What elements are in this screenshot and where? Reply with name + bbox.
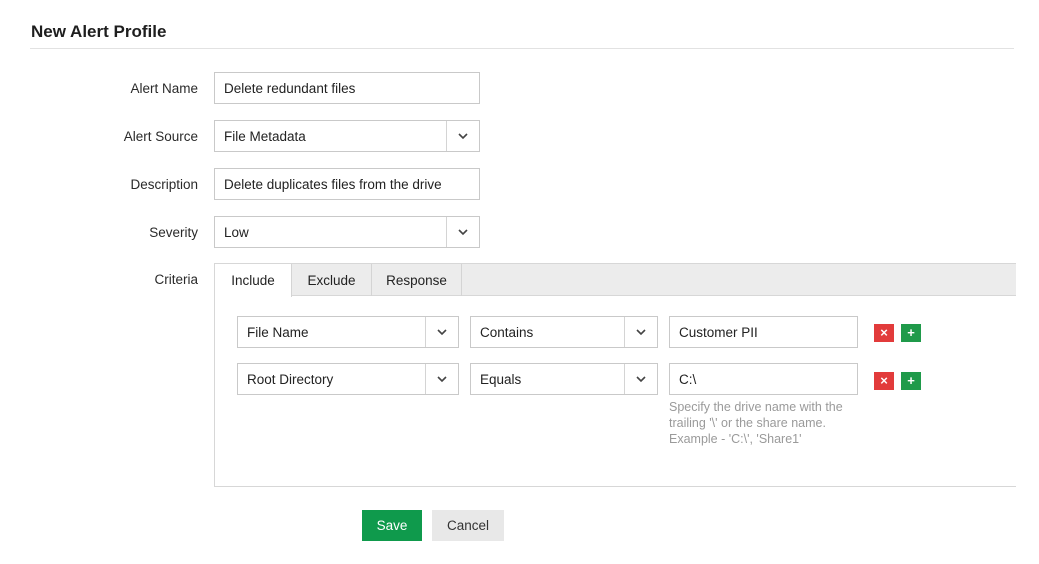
- criteria-field-value: Root Directory: [247, 372, 334, 387]
- title-divider: [30, 48, 1014, 49]
- chevron-down-icon: [437, 376, 447, 383]
- select-divider: [624, 364, 625, 394]
- cancel-button[interactable]: Cancel: [432, 510, 504, 541]
- root-directory-hint: Specify the drive name with the trailing…: [669, 400, 843, 446]
- chevron-down-icon: [437, 329, 447, 336]
- criteria-operator-value: Equals: [480, 372, 522, 387]
- select-divider: [624, 317, 625, 347]
- add-criteria-button[interactable]: +: [901, 324, 921, 342]
- description-value: Delete duplicates files from the drive: [224, 177, 442, 192]
- alert-source-select[interactable]: File Metadata: [214, 120, 480, 152]
- alert-name-value: Delete redundant files: [224, 81, 356, 96]
- tab-response[interactable]: Response: [372, 264, 462, 296]
- page-title: New Alert Profile: [31, 22, 167, 41]
- alert-name-input[interactable]: Delete redundant files: [214, 72, 480, 104]
- chevron-down-icon: [458, 133, 468, 140]
- description-input[interactable]: Delete duplicates files from the drive: [214, 168, 480, 200]
- chevron-down-icon: [636, 376, 646, 383]
- chevron-down-icon: [636, 329, 646, 336]
- description-label: Description: [130, 177, 198, 192]
- remove-criteria-button[interactable]: ×: [874, 324, 894, 342]
- severity-value: Low: [224, 225, 249, 240]
- criteria-field-select[interactable]: Root Directory: [237, 363, 459, 395]
- severity-select[interactable]: Low: [214, 216, 480, 248]
- criteria-field-value: File Name: [247, 325, 309, 340]
- criteria-field-select[interactable]: File Name: [237, 316, 459, 348]
- tab-include[interactable]: Include: [215, 264, 292, 297]
- criteria-operator-select[interactable]: Contains: [470, 316, 658, 348]
- criteria-value-input[interactable]: Customer PII: [669, 316, 858, 348]
- chevron-down-icon: [458, 229, 468, 236]
- criteria-operator-select[interactable]: Equals: [470, 363, 658, 395]
- select-divider: [425, 317, 426, 347]
- criteria-value-input[interactable]: C:\: [669, 363, 858, 395]
- tab-exclude[interactable]: Exclude: [292, 264, 372, 296]
- criteria-tab-strip: Include Exclude Response: [215, 264, 1016, 297]
- save-button[interactable]: Save: [362, 510, 422, 541]
- remove-criteria-button[interactable]: ×: [874, 372, 894, 390]
- alert-name-label: Alert Name: [130, 81, 198, 96]
- select-divider: [446, 217, 447, 247]
- alert-source-value: File Metadata: [224, 129, 306, 144]
- criteria-value-text: Customer PII: [679, 325, 758, 340]
- select-divider: [446, 121, 447, 151]
- criteria-label: Criteria: [154, 272, 198, 287]
- criteria-value-text: C:\: [679, 372, 697, 387]
- criteria-operator-value: Contains: [480, 325, 534, 340]
- alert-source-label: Alert Source: [123, 129, 198, 144]
- severity-label: Severity: [149, 225, 198, 240]
- add-criteria-button[interactable]: +: [901, 372, 921, 390]
- select-divider: [425, 364, 426, 394]
